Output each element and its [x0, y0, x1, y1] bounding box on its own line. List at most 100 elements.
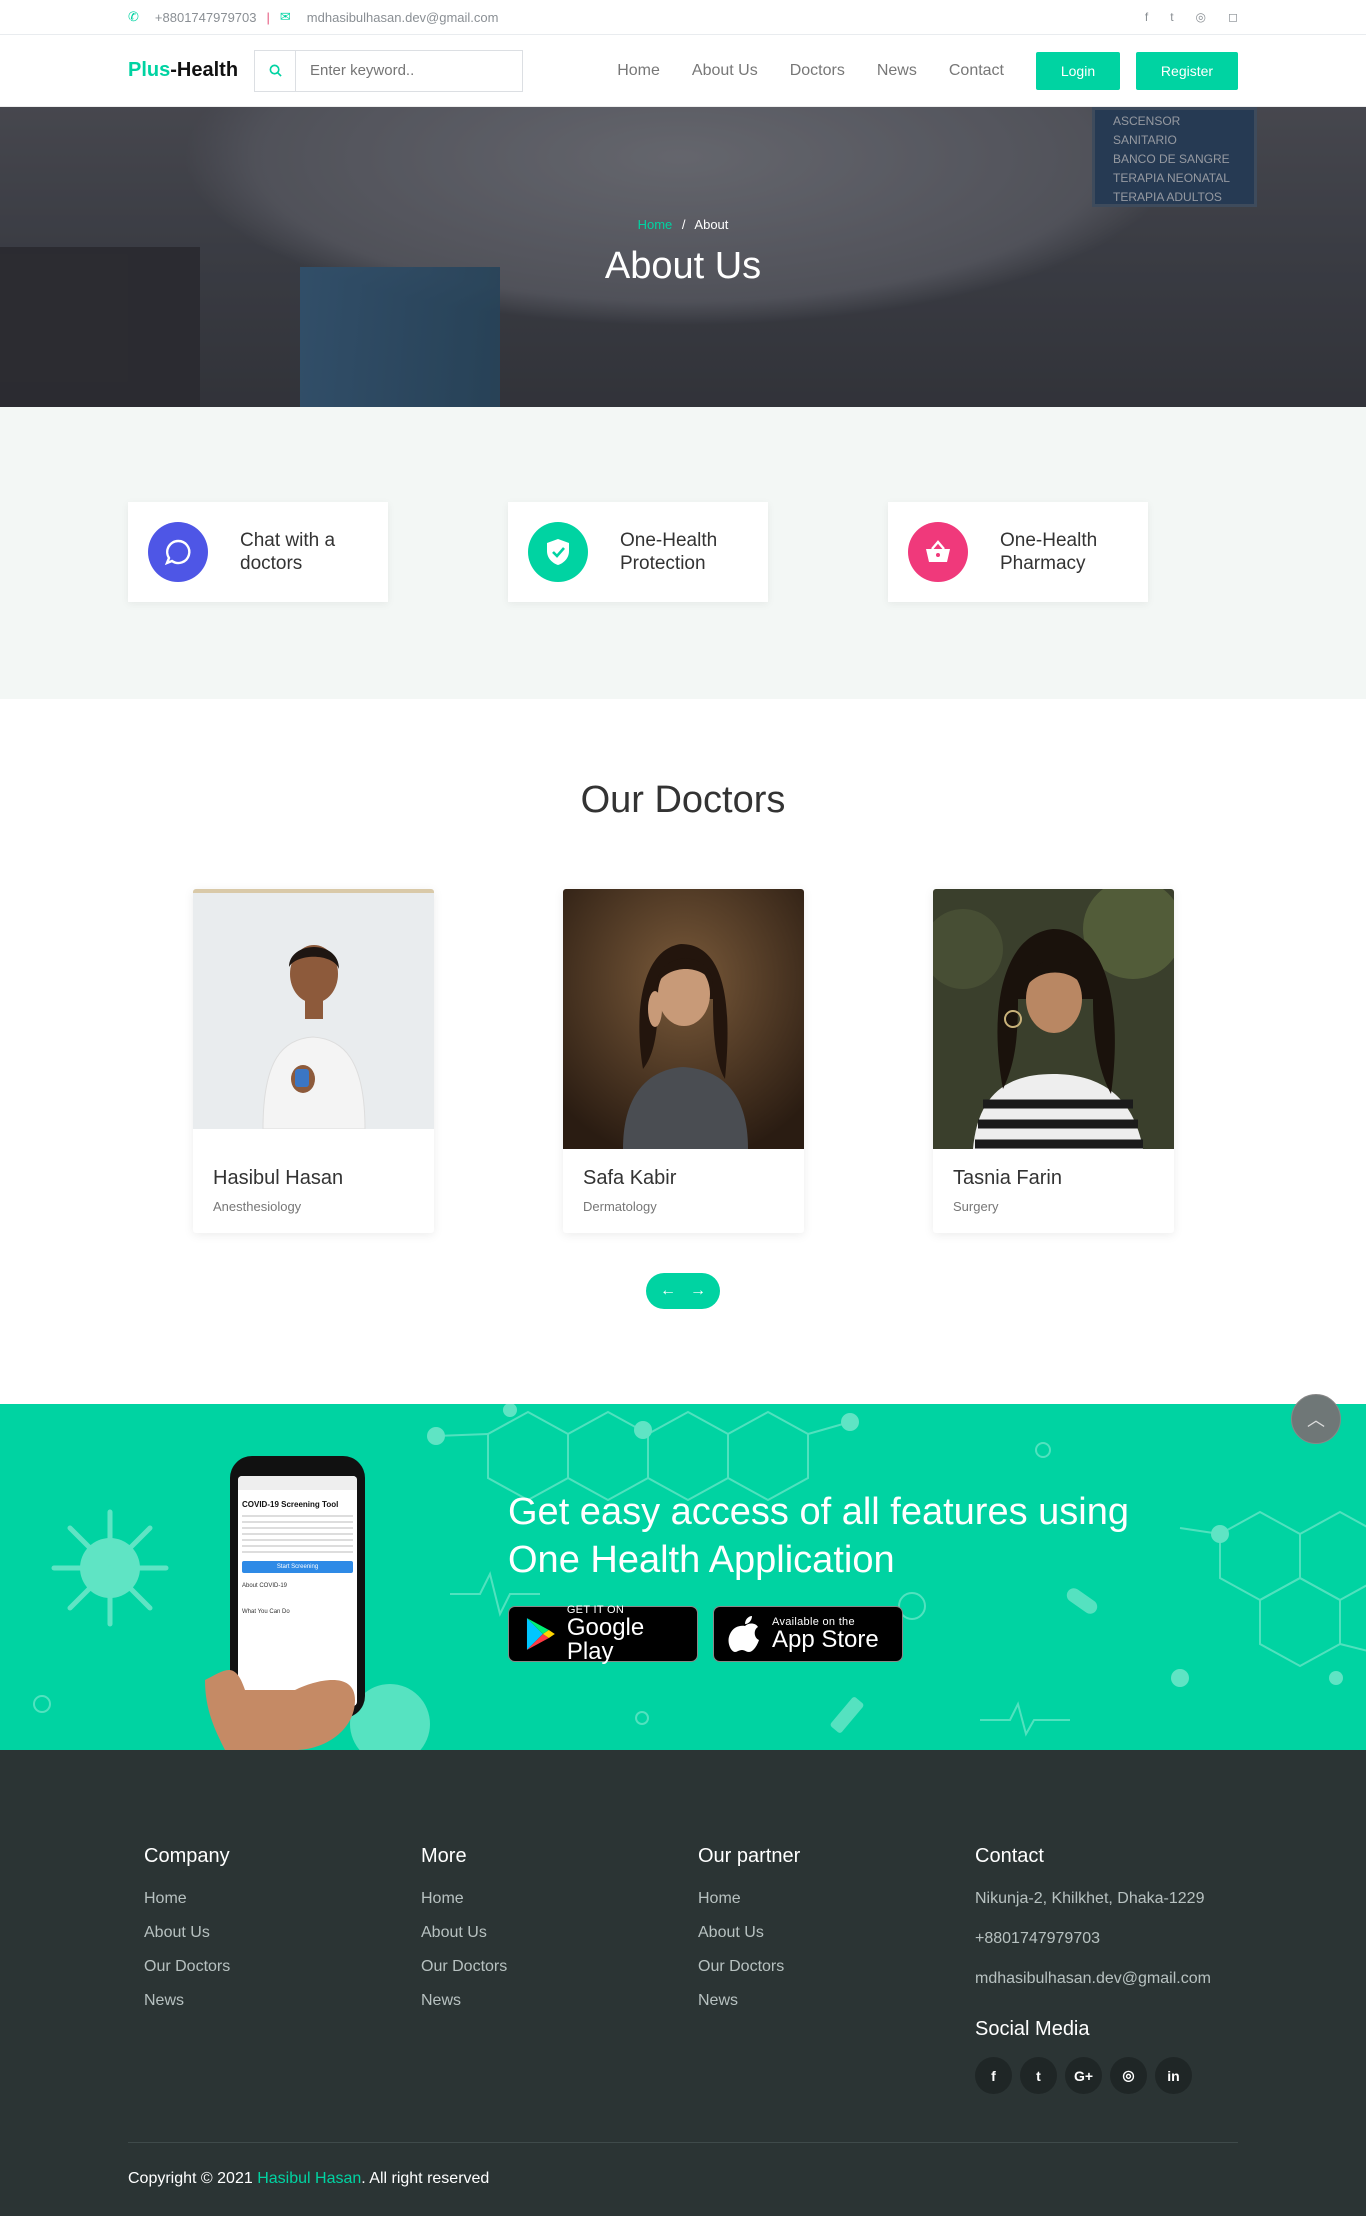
footer-email: mdhasibulhasan.dev@gmail.com	[975, 1970, 1211, 1987]
feature-card-pharmacy[interactable]: One-Health Pharmacy	[888, 502, 1148, 602]
store-big-text: App Store	[772, 1626, 879, 1653]
main-nav: Plus-Health Home About Us Doctors News C…	[0, 35, 1366, 107]
footer-link[interactable]: Home	[421, 1890, 507, 1908]
breadcrumb-separator: /	[681, 217, 686, 232]
footer-social-links: f t G+ ◎ in	[975, 2057, 1211, 2094]
nav-link-contact[interactable]: Contact	[949, 62, 1004, 80]
nav-link-doctors[interactable]: Doctors	[790, 62, 845, 80]
login-button[interactable]: Login	[1036, 51, 1120, 90]
nav-link-about[interactable]: About Us	[692, 62, 758, 80]
page-title: About Us	[604, 245, 762, 287]
feature-card-protection[interactable]: One-Health Protection	[508, 502, 768, 602]
footer-link[interactable]: Home	[144, 1890, 230, 1908]
mail-icon: ✉	[279, 9, 291, 24]
chevron-up-icon: ︿	[1307, 1410, 1325, 1430]
phone-text	[242, 1515, 353, 1555]
feature-title: doctors	[240, 553, 303, 574]
feature-title: One-Health	[620, 530, 718, 551]
apple-icon	[728, 1616, 759, 1652]
footer-link[interactable]: About Us	[421, 1924, 507, 1942]
doctor-card[interactable]: Safa Kabir Dermatology	[563, 889, 804, 1233]
footer-column-title: Company	[144, 1845, 230, 1867]
footer-link[interactable]: News	[144, 1992, 230, 2010]
feature-title: Chat with a	[240, 530, 336, 551]
feature-title: Protection	[620, 553, 706, 574]
breadcrumb-home[interactable]: Home	[638, 217, 673, 232]
twitter-icon[interactable]: t	[1170, 10, 1173, 24]
footer-link[interactable]: About Us	[144, 1924, 230, 1942]
footer-link[interactable]: Our Doctors	[144, 1958, 230, 1976]
arrow-left-icon[interactable]: ←	[660, 1282, 676, 1300]
footer-column-title: Our partner	[698, 1845, 801, 1867]
nav-link-news[interactable]: News	[877, 62, 917, 80]
phone-item: About COVID-19	[242, 1583, 288, 1589]
topbar-phone: +8801747979703	[154, 9, 257, 25]
app-headline: Get easy access of all features using One…	[508, 1488, 1208, 1584]
features-section: Chat with a doctors One-Health Protection …	[0, 407, 1366, 699]
carousel-controls: ← →	[646, 1273, 720, 1309]
phone-screen-title: COVID-19 Screening Tool	[242, 1500, 339, 1509]
google-plus-icon[interactable]: G+	[1065, 2057, 1102, 2094]
doctor-name: Safa Kabir	[583, 1167, 677, 1189]
register-button[interactable]: Register	[1136, 51, 1238, 90]
logo-text: -Health	[170, 59, 239, 81]
feature-title: One-Health	[1000, 530, 1098, 551]
doctors-section: Our Doctors Hasibul Hasan Anesthesiology	[0, 699, 1366, 1404]
instagram-icon[interactable]: ◻	[1228, 10, 1238, 24]
footer-address: Nikunja-2, Khilkhet, Dhaka-1229	[975, 1890, 1205, 1907]
breadcrumb: Home / About	[0, 217, 1366, 232]
chat-icon	[148, 522, 208, 582]
instagram-icon[interactable]: ◎	[1110, 2057, 1147, 2094]
doctor-specialty: Surgery	[953, 1199, 999, 1214]
google-play-button[interactable]: GET IT ON Google Play	[508, 1604, 698, 1665]
nav-link-home[interactable]: Home	[617, 62, 660, 80]
phone-button: Start Screening	[242, 1561, 353, 1573]
app-banner: COVID-19 Screening Tool Start Screening …	[0, 1404, 1366, 1750]
facebook-icon[interactable]: f	[975, 2057, 1012, 2094]
hand-illustration	[205, 1670, 355, 1750]
footer-link[interactable]: Our Doctors	[421, 1958, 507, 1976]
section-title: Our Doctors	[580, 779, 786, 821]
footer-link[interactable]: About Us	[698, 1924, 800, 1942]
google-play-icon	[526, 1618, 555, 1650]
footer-link[interactable]: Our Doctors	[698, 1958, 800, 1976]
copyright-author-link[interactable]: Hasibul Hasan	[257, 2170, 361, 2187]
twitter-icon[interactable]: t	[1020, 2057, 1057, 2094]
footer-column-title: More	[421, 1845, 467, 1867]
footer-phone: +8801747979703	[975, 1930, 1101, 1947]
doctor-name: Hasibul Hasan	[213, 1167, 344, 1189]
shield-check-icon	[528, 522, 588, 582]
facebook-icon[interactable]: f	[1145, 10, 1148, 24]
footer-link[interactable]: News	[698, 1992, 800, 2010]
copyright-text: Copyright © 2021	[128, 2170, 258, 2187]
site-logo[interactable]: Plus-Health	[128, 59, 238, 82]
arrow-right-icon[interactable]: →	[690, 1282, 706, 1300]
doctor-card[interactable]: Hasibul Hasan Anesthesiology	[193, 889, 434, 1233]
doctor-specialty: Anesthesiology	[213, 1199, 302, 1214]
doctor-card[interactable]: Tasnia Farin Surgery	[933, 889, 1174, 1233]
feature-card-chat[interactable]: Chat with a doctors	[128, 502, 388, 602]
footer-link[interactable]: News	[421, 1992, 507, 2010]
footer-column-company: Company Home About Us Our Doctors News	[144, 1845, 230, 2026]
search-icon[interactable]	[255, 50, 297, 91]
site-footer: Company Home About Us Our Doctors News M…	[0, 1750, 1366, 2216]
back-to-top-button[interactable]: ︿	[1291, 1394, 1341, 1444]
breadcrumb-current: About	[694, 217, 729, 232]
footer-column-more: More Home About Us Our Doctors News	[421, 1845, 507, 2026]
contact-info: ✆ +8801747979703 | ✉ mdhasibulhasan.dev@…	[128, 9, 498, 25]
search-input[interactable]	[296, 50, 523, 91]
doctor-photo	[563, 889, 804, 1149]
footer-column-title: Social Media	[975, 2018, 1090, 2040]
footer-link[interactable]: Home	[698, 1890, 800, 1908]
dribbble-icon[interactable]: ◎	[1196, 10, 1206, 24]
app-store-button[interactable]: Available on the App Store	[713, 1606, 903, 1662]
store-big-text: Google Play	[566, 1614, 645, 1665]
copyright: Copyright © 2021 Hasibul Hasan. All righ…	[128, 2170, 489, 2188]
footer-divider	[128, 2142, 1238, 2143]
feature-title: Pharmacy	[1000, 553, 1086, 574]
linkedin-icon[interactable]: in	[1155, 2057, 1192, 2094]
phone-item: What You Can Do	[242, 1609, 290, 1615]
footer-column-partner: Our partner Home About Us Our Doctors Ne…	[698, 1845, 800, 2026]
doctor-photo	[933, 889, 1174, 1149]
topbar-email: mdhasibulhasan.dev@gmail.com	[306, 9, 499, 25]
